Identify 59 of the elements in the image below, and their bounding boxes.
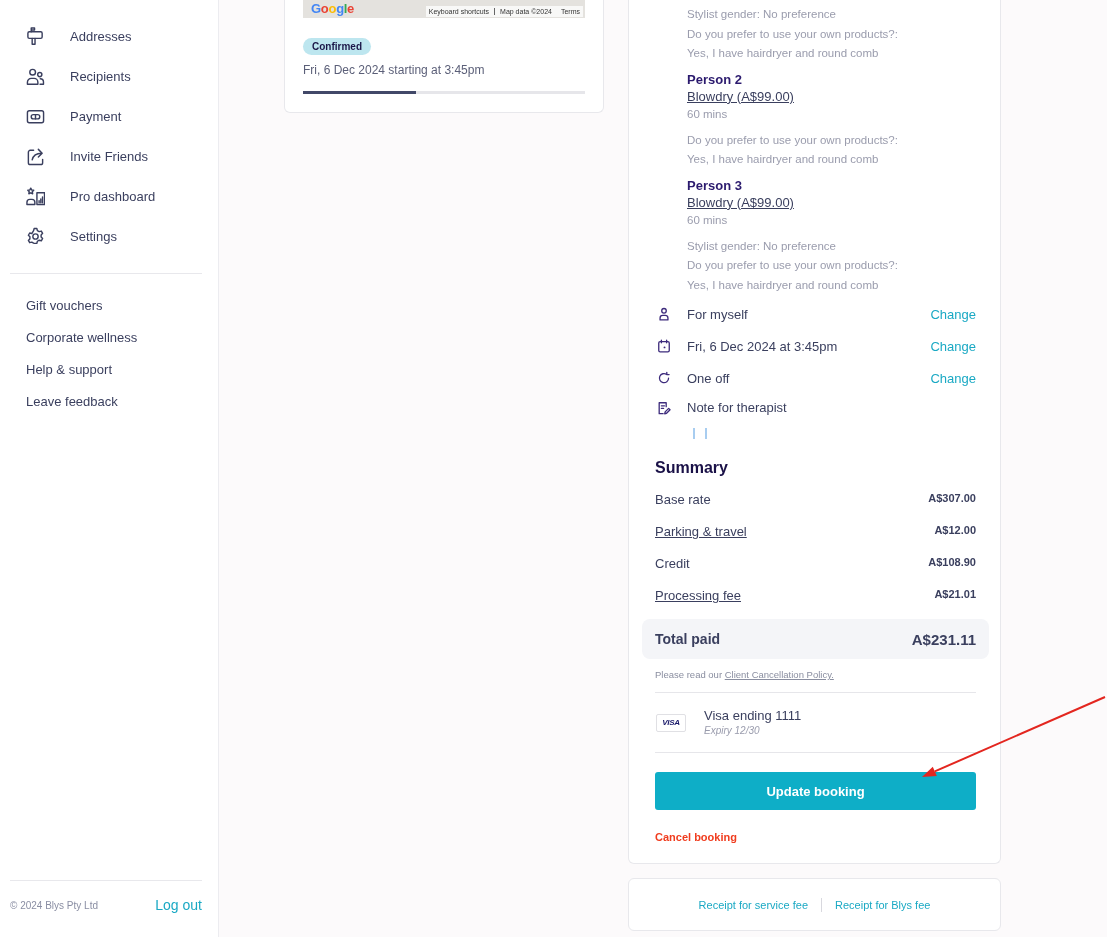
preference-text: Yes, I have hairdryer and round comb xyxy=(687,46,879,61)
map-logo: Google xyxy=(311,2,355,16)
card-title: Visa ending 1111 xyxy=(704,708,802,724)
detail-label: Fri, 6 Dec 2024 at 3:45pm xyxy=(687,338,838,354)
note-icon xyxy=(657,400,671,415)
detail-label: For myself xyxy=(687,306,748,322)
preference-text: Yes, I have hairdryer and round comb xyxy=(687,277,879,293)
total-amount: A$231.11 xyxy=(911,630,976,648)
calendar-icon xyxy=(657,339,671,353)
summary-amount: A$307.00 xyxy=(928,491,976,506)
status-badge: Confirmed xyxy=(303,38,371,55)
service-link[interactable]: Blowdry (A$99.00) xyxy=(687,87,794,106)
settings-icon xyxy=(26,226,45,246)
detail-label: One off xyxy=(687,370,730,386)
service-duration: 60 mins xyxy=(687,212,728,228)
person-icon xyxy=(657,307,671,321)
preference-text: Do you prefer to use your own products?: xyxy=(687,26,898,42)
detail-label: Note for therapist xyxy=(687,400,787,415)
preference-text: Do you prefer to use your own products?: xyxy=(687,258,898,273)
sidebar-item[interactable]: Recipients xyxy=(0,56,131,96)
service-duration: 60 mins xyxy=(687,106,728,122)
summary-label: Base rate xyxy=(655,491,711,509)
summary-heading: Summary xyxy=(655,458,728,478)
summary-amount: A$12.00 xyxy=(934,523,976,538)
card-expiry: Expiry 12/30 xyxy=(704,724,761,737)
mailbox-icon xyxy=(26,26,45,46)
policy-link[interactable]: Client Cancellation Policy. xyxy=(724,669,834,680)
sidebar-item[interactable]: Settings xyxy=(0,216,117,256)
cancel-booking-link[interactable]: Cancel booking xyxy=(655,830,737,844)
summary-link[interactable]: Processing fee xyxy=(655,586,741,606)
sidebar-item[interactable]: Payment xyxy=(0,96,122,136)
share-icon xyxy=(26,146,45,166)
service-link[interactable]: Blowdry (A$99.00) xyxy=(687,193,794,212)
preference-text: Do you prefer to use your own products?: xyxy=(687,132,898,148)
preference-text: Yes, I have hairdryer and round comb xyxy=(687,152,879,167)
person-name: Person 2 xyxy=(687,71,742,88)
sidebar-link[interactable]: Leave feedback xyxy=(26,386,118,418)
refresh-icon xyxy=(657,371,671,385)
booking-schedule: Fri, 6 Dec 2024 starting at 3:45pm xyxy=(303,62,485,78)
policy-note: Please read our Client Cancellation Policy. xyxy=(655,669,834,681)
summary-link[interactable]: Parking & travel xyxy=(655,522,747,542)
preference-text: Stylist gender: No preference xyxy=(687,7,836,22)
sidebar-item[interactable]: Addresses xyxy=(0,16,132,56)
card-brand-logo: VISA xyxy=(656,713,686,732)
preference-text: Stylist gender: No preference xyxy=(687,238,836,254)
person-name: Person 3 xyxy=(687,177,742,194)
summary-amount: A$108.90 xyxy=(928,555,976,570)
note-bars-icon xyxy=(693,428,707,439)
copyright-text: © 2024 Blys Pty Ltd xyxy=(10,899,98,911)
people-icon xyxy=(26,66,45,86)
sidebar-link[interactable]: Help & support xyxy=(26,354,112,386)
sidebar-item[interactable]: Invite Friends xyxy=(0,136,149,176)
sidebar-item[interactable]: Pro dashboard xyxy=(0,176,156,216)
total-label: Total paid xyxy=(655,631,721,647)
sidebar-link[interactable]: Gift vouchers xyxy=(26,290,103,322)
summary-label: Credit xyxy=(655,555,690,573)
dashboard-icon xyxy=(26,186,45,206)
summary-amount: A$21.01 xyxy=(934,587,976,602)
sidebar-link[interactable]: Corporate wellness xyxy=(26,322,138,354)
